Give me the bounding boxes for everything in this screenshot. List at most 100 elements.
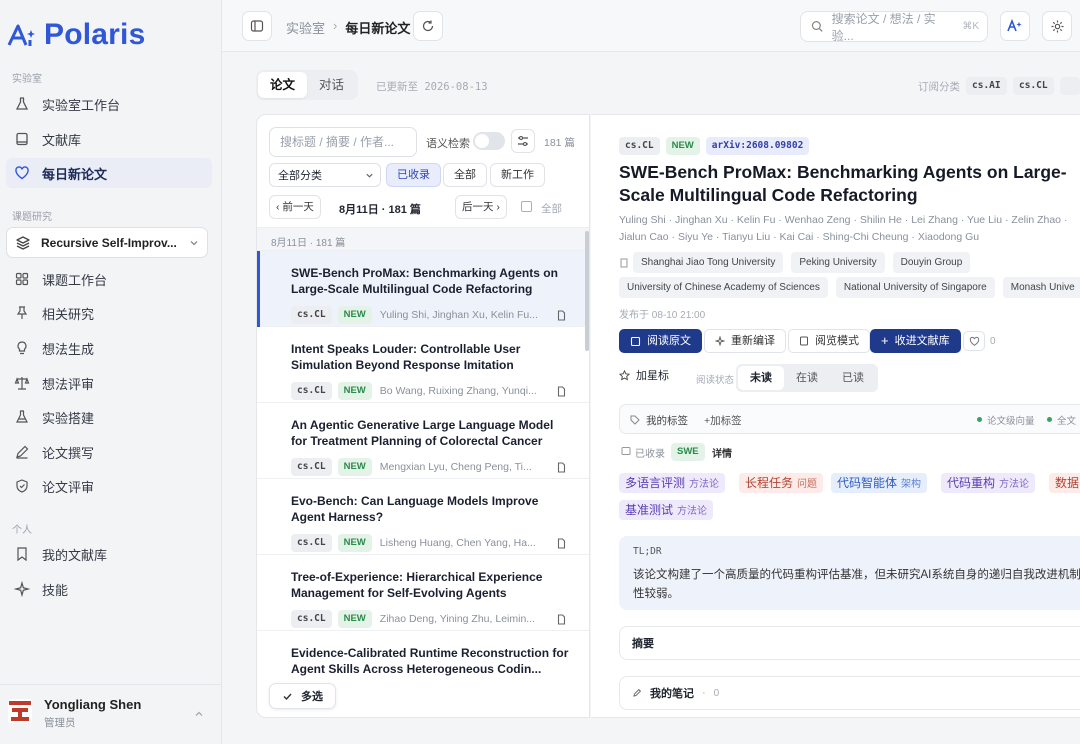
heart-icon <box>15 166 29 180</box>
semantic-search-toggle[interactable] <box>473 132 505 150</box>
category-select[interactable]: 全部分类 <box>269 163 381 187</box>
toggle-knob <box>475 134 489 148</box>
list-item[interactable]: Intent Speaks Louder: Controllable User … <box>257 327 589 403</box>
plus-icon: + <box>881 333 889 348</box>
search-input[interactable]: 搜索论文 / 想法 / 实验... <box>832 10 955 44</box>
tab-papers[interactable]: 论文 <box>258 72 308 98</box>
check-icon <box>283 693 292 700</box>
sidebar-item-daily-papers[interactable]: 每日新论文 <box>6 158 212 188</box>
read-status-read[interactable]: 已读 <box>830 366 876 390</box>
sidebar-item-topic-workbench[interactable]: 课题工作台 <box>6 264 212 294</box>
document-icon[interactable] <box>556 461 567 473</box>
read-original-button[interactable]: 阅读原文 <box>619 329 702 353</box>
sidebar-item-label: 论文评审 <box>42 479 95 495</box>
details-link[interactable]: 详情 <box>712 445 732 460</box>
topic-tag-kind: 方法论 <box>999 479 1030 490</box>
sidebar-item-my-library[interactable]: 我的文献库 <box>6 539 212 569</box>
sidebar-item-library[interactable]: 文献库 <box>6 124 212 154</box>
document-icon[interactable] <box>556 309 567 321</box>
user-profile[interactable]: Yongliang Shen 管理员 <box>0 684 222 744</box>
sidebar-item-experiment-setup[interactable]: 实验搭建 <box>6 402 212 432</box>
topic-tag[interactable]: 代码重构 方法论 <box>941 473 1036 493</box>
notes-section[interactable]: 我的笔记 · 0 <box>619 676 1080 710</box>
filter-all[interactable]: 全部 <box>443 163 487 187</box>
select-all-label: 全部 <box>541 203 562 215</box>
read-original-label: 阅读原文 <box>647 335 691 347</box>
settings-button[interactable] <box>1042 11 1072 41</box>
topic-tag[interactable]: 基准测试 方法论 <box>619 500 714 520</box>
affiliation-chip: Shanghai Jiao Tong University <box>633 252 784 273</box>
subscribed-chip-cs-ai[interactable]: cs.AI <box>966 77 1007 95</box>
multi-select-button[interactable]: 多选 <box>269 683 336 709</box>
layers-icon <box>16 235 30 250</box>
sidebar-item-idea-review[interactable]: 想法评审 <box>6 368 212 398</box>
subscribed-chip-cs-cl[interactable]: cs.CL <box>1013 77 1054 95</box>
list-item[interactable]: An Agentic Generative Large Language Mod… <box>257 403 589 479</box>
grid-icon <box>15 272 29 286</box>
reader-mode-button[interactable]: 阅览模式 <box>788 329 870 353</box>
list-scrollbar[interactable] <box>585 231 589 351</box>
topic-tag[interactable]: 代码智能体 架构 <box>831 473 928 493</box>
user-role: 管理员 <box>44 717 76 729</box>
list-item[interactable]: SWE-Bench ProMax: Benchmarking Agents on… <box>257 251 589 327</box>
read-status-reading[interactable]: 在读 <box>784 366 830 390</box>
topic-tag[interactable]: 数据 <box>1049 473 1080 493</box>
document-icon[interactable] <box>556 385 567 397</box>
affiliation-chip: Monash Unive <box>1002 277 1080 298</box>
main-tabs: 论文 对话 <box>256 70 359 100</box>
select-all-checkbox[interactable] <box>521 201 532 212</box>
topic-tag[interactable]: 多语言评测 方法论 <box>619 473 726 493</box>
sidebar-item-paper-writing[interactable]: 论文撰写 <box>6 437 212 467</box>
breadcrumb-parent[interactable]: 实验室 <box>286 18 325 37</box>
collect-to-library-button[interactable]: + 收进文献库 <box>870 329 961 353</box>
sidebar-item-label: 每日新论文 <box>42 166 108 182</box>
document-icon[interactable] <box>556 613 567 625</box>
sidebar-item-label: 相关研究 <box>42 306 95 322</box>
list-search-input[interactable]: 搜标题 / 摘要 / 作者... <box>269 127 417 157</box>
sidebar-item-lab-workbench[interactable]: 实验室工作台 <box>6 89 212 119</box>
prev-day-button[interactable]: ‹ 前一天 <box>269 195 321 219</box>
recompile-button[interactable]: 重新编译 <box>704 329 786 353</box>
arxiv-id-chip[interactable]: arXiv:2608.09802 <box>705 137 810 155</box>
next-day-button[interactable]: 后一天 › <box>455 195 507 219</box>
list-item[interactable]: Tree-of-Experience: Hierarchical Experie… <box>257 555 589 631</box>
refresh-button[interactable] <box>413 11 443 41</box>
like-button[interactable] <box>963 331 985 351</box>
app-logo[interactable]: Polaris <box>6 18 145 52</box>
filter-settings-button[interactable] <box>511 129 535 153</box>
global-search[interactable]: 搜索论文 / 想法 / 实验... ⌘K <box>800 10 988 44</box>
topic-tag[interactable]: 长程任务 问题 <box>739 473 824 493</box>
breadcrumb-separator: › <box>333 18 338 33</box>
swe-chip[interactable]: SWE <box>671 443 705 461</box>
list-item[interactable]: Evo-Bench: Can Language Models Improve A… <box>257 479 589 555</box>
notes-separator: · <box>702 687 706 699</box>
project-selector[interactable]: Recursive Self-Improv... <box>6 227 208 258</box>
assistant-button[interactable] <box>1000 11 1030 41</box>
star-button[interactable]: 加星标 <box>619 367 669 383</box>
sidebar-item-label: 文献库 <box>42 132 82 148</box>
sliders-icon <box>518 135 528 147</box>
sidebar-item-idea-generation[interactable]: 想法生成 <box>6 333 212 363</box>
read-status-unread[interactable]: 未读 <box>738 366 784 390</box>
sidebar-item-skills[interactable]: 技能 <box>6 574 212 604</box>
user-name: Yongliang Shen <box>44 697 142 712</box>
paper-authors: Zihao Deng, Yining Zhu, Leimin... <box>379 613 536 625</box>
filter-new-work[interactable]: 新工作 <box>490 163 545 187</box>
sidebar-item-label: 论文撰写 <box>42 445 95 461</box>
category-select-value: 全部分类 <box>278 170 322 182</box>
sparkle-icon <box>715 336 725 346</box>
affiliation-chip: Peking University <box>791 252 885 273</box>
status-dot-icon <box>977 417 982 422</box>
subscribed-chip-more[interactable] <box>1060 77 1080 95</box>
toggle-sidebar-button[interactable] <box>242 11 272 41</box>
add-tag-button[interactable]: +加标签 <box>704 413 742 428</box>
topic-tag-name: 长程任务 <box>745 476 794 490</box>
abstract-section[interactable]: 摘要 <box>619 626 1080 660</box>
filter-collected[interactable]: 已收录 <box>386 163 441 187</box>
sidebar-item-related-research[interactable]: 相关研究 <box>6 298 212 328</box>
status-dot-icon <box>1047 417 1052 422</box>
sidebar-item-paper-review[interactable]: 论文评审 <box>6 471 212 501</box>
sidebar-item-label: 实验室工作台 <box>42 97 121 113</box>
tab-chat[interactable]: 对话 <box>307 72 356 98</box>
document-icon[interactable] <box>556 537 567 549</box>
